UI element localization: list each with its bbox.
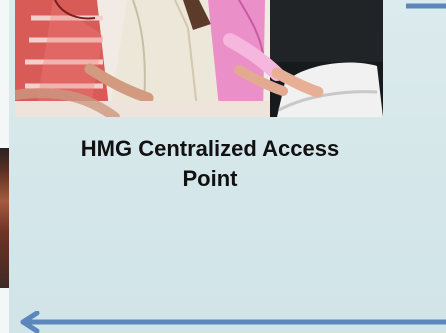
adjacent-photo-edge [0, 148, 9, 288]
access-point-panel: HMG Centralized Access Point [9, 0, 446, 333]
access-point-title: HMG Centralized Access Point [41, 134, 379, 194]
top-connector-arrow [406, 3, 446, 9]
bottom-connector-arrow [20, 311, 446, 333]
people-seated-photo [15, 0, 383, 117]
title-line-1: HMG Centralized Access [80, 136, 340, 161]
title-line-2: Point [182, 166, 238, 191]
